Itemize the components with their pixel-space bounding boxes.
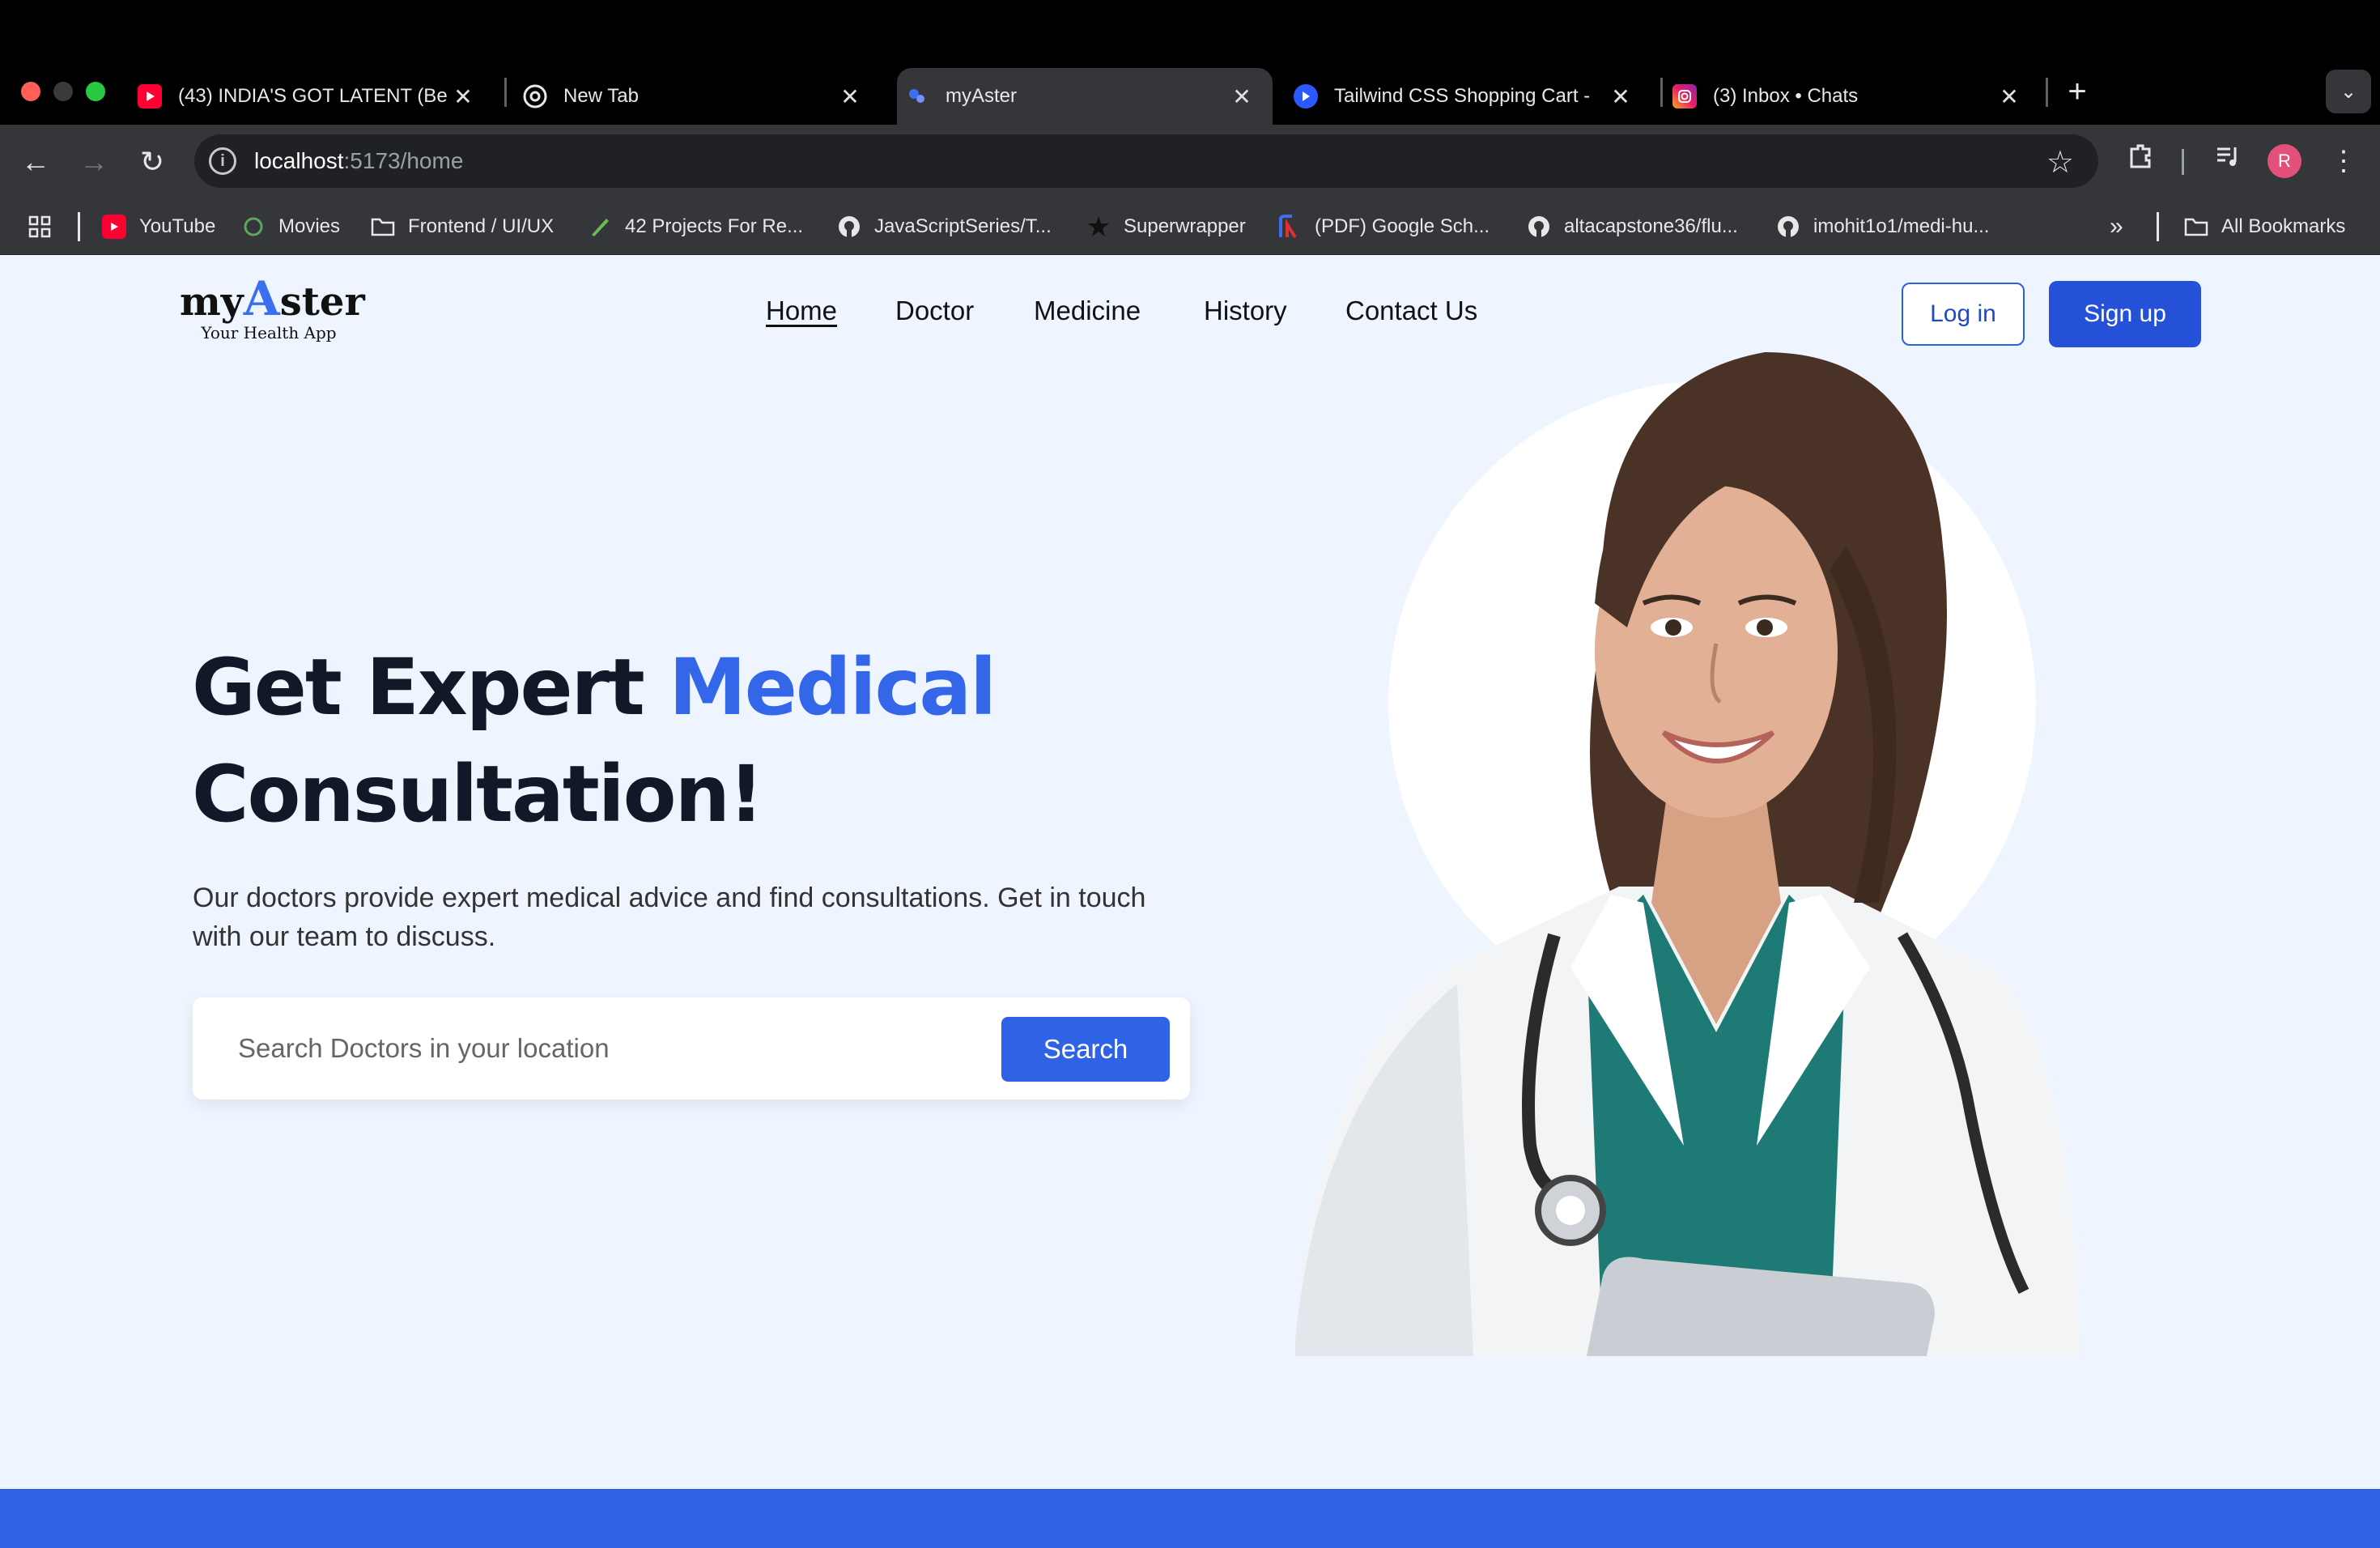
- tab-title: Tailwind CSS Shopping Cart -: [1334, 85, 1591, 107]
- bookmark-medi-hub[interactable]: imohit1o1/medi-hu...: [1776, 211, 1989, 243]
- bookmark-altacapstone[interactable]: altacapstone36/flu...: [1527, 211, 1738, 243]
- tab-separator: [504, 78, 507, 107]
- github-icon: [837, 215, 861, 239]
- youtube-icon: [102, 215, 126, 239]
- bookmark-javascript-series[interactable]: JavaScriptSeries/T...: [837, 211, 1052, 243]
- doctor-hero-image: [1295, 352, 2080, 1356]
- nav-home[interactable]: Home: [766, 296, 837, 326]
- window-titlebar: [0, 0, 2380, 66]
- hero-description: Our doctors provide expert medical advic…: [193, 882, 1146, 952]
- media-controls-icon[interactable]: [2208, 141, 2248, 181]
- instagram-icon: [1672, 84, 1697, 108]
- tab-title: (3) Inbox • Chats: [1713, 85, 1859, 107]
- doctor-search-input[interactable]: [238, 1022, 1048, 1075]
- close-tab-icon[interactable]: ✕: [448, 83, 478, 110]
- new-tab-button[interactable]: +: [2059, 73, 2096, 110]
- github-icon: [1776, 215, 1800, 239]
- profile-avatar[interactable]: R: [2267, 144, 2301, 178]
- tab-tailwind[interactable]: Tailwind CSS Shopping Cart - ✕: [1286, 68, 1651, 125]
- extensions-icon[interactable]: [2120, 141, 2161, 181]
- star-burst-icon: [1086, 215, 1111, 239]
- hero-heading: Get Expert Medical Consultation!: [192, 642, 997, 840]
- apps-grid-icon[interactable]: [28, 211, 52, 243]
- close-tab-icon[interactable]: ✕: [835, 83, 865, 110]
- bookmarks-divider: [2157, 212, 2159, 241]
- bookmarks-divider: [78, 212, 80, 241]
- page-viewport: myAster Your Health App Home Doctor Medi…: [0, 255, 2380, 1548]
- kebab-menu-icon[interactable]: ⋮: [2323, 141, 2364, 181]
- url-text[interactable]: localhost:5173/home: [254, 148, 463, 174]
- tab-new-tab[interactable]: New Tab ✕: [515, 68, 881, 125]
- browser-toolbar: ← → ↻ i localhost:5173/home ☆ R ⋮: [0, 125, 2380, 198]
- github-icon: [1527, 215, 1551, 239]
- zoom-window-icon[interactable]: [86, 82, 105, 101]
- folder-icon: [371, 215, 395, 239]
- bookmark-superwrapper[interactable]: Superwrapper: [1086, 211, 1246, 243]
- close-tab-icon[interactable]: ✕: [1227, 83, 1256, 110]
- tab-title: New Tab: [563, 85, 639, 107]
- logo-wordmark: myAster: [180, 271, 365, 326]
- tab-myaster[interactable]: myAster ✕: [897, 68, 1273, 125]
- tab-title: myAster: [946, 85, 1018, 107]
- researchgate-icon: [1277, 215, 1302, 239]
- tab-instagram[interactable]: (3) Inbox • Chats ✕: [1664, 68, 2040, 125]
- forward-arrow-icon[interactable]: →: [76, 144, 112, 180]
- all-bookmarks[interactable]: All Bookmarks: [2184, 211, 2345, 243]
- close-window-icon[interactable]: [21, 82, 40, 101]
- movies-icon: [241, 215, 266, 239]
- bottom-section-band: [0, 1489, 2380, 1548]
- bookmark-google-scholar-pdf[interactable]: (PDF) Google Sch...: [1277, 211, 1490, 243]
- tab-separator: [1660, 78, 1663, 107]
- bookmark-star-icon[interactable]: ☆: [2046, 144, 2074, 181]
- logo-tagline: Your Health App: [201, 323, 337, 342]
- chrome-icon: [523, 84, 547, 108]
- minimize-window-icon[interactable]: [53, 82, 73, 101]
- toolbar-divider: [2182, 149, 2184, 175]
- pen-icon: [588, 215, 612, 239]
- myaster-favicon: [905, 84, 929, 108]
- bookmark-movies[interactable]: Movies: [241, 211, 340, 243]
- site-info-icon[interactable]: i: [209, 147, 236, 175]
- doctor-search-box: Search: [193, 997, 1190, 1099]
- search-button[interactable]: Search: [1001, 1017, 1170, 1082]
- site-logo[interactable]: myAster Your Health App: [180, 271, 365, 342]
- nav-contact-us[interactable]: Contact Us: [1345, 296, 1477, 326]
- nav-medicine[interactable]: Medicine: [1034, 296, 1141, 326]
- chevron-down-icon: ⌄: [2340, 80, 2357, 103]
- back-arrow-icon[interactable]: ←: [18, 144, 53, 180]
- reload-icon[interactable]: ↻: [134, 144, 170, 180]
- bookmarks-bar: YouTube Movies Frontend / UI/UX 42 Proje…: [0, 198, 2380, 255]
- bookmark-youtube[interactable]: YouTube: [102, 211, 215, 243]
- tab-title: (43) INDIA'S GOT LATENT (Be: [178, 85, 448, 107]
- tab-youtube[interactable]: (43) INDIA'S GOT LATENT (Be ✕: [130, 68, 494, 125]
- close-tab-icon[interactable]: ✕: [1606, 83, 1635, 110]
- folder-icon: [2184, 215, 2208, 239]
- nav-history[interactable]: History: [1204, 296, 1287, 326]
- nav-doctor[interactable]: Doctor: [895, 296, 974, 326]
- tab-search-button[interactable]: ⌄: [2326, 70, 2371, 113]
- tab-strip: (43) INDIA'S GOT LATENT (Be ✕ New Tab ✕ …: [130, 68, 2315, 125]
- address-bar[interactable]: i localhost:5173/home ☆: [194, 134, 2098, 188]
- tab-separator: [2046, 78, 2048, 107]
- youtube-icon: [138, 84, 162, 108]
- close-tab-icon[interactable]: ✕: [1995, 83, 2024, 110]
- bookmark-42-projects[interactable]: 42 Projects For Re...: [588, 211, 803, 243]
- tailwind-favicon: [1294, 84, 1318, 108]
- bookmark-frontend-folder[interactable]: Frontend / UI/UX: [371, 211, 554, 243]
- bookmarks-overflow-chevron-icon[interactable]: »: [2110, 211, 2123, 243]
